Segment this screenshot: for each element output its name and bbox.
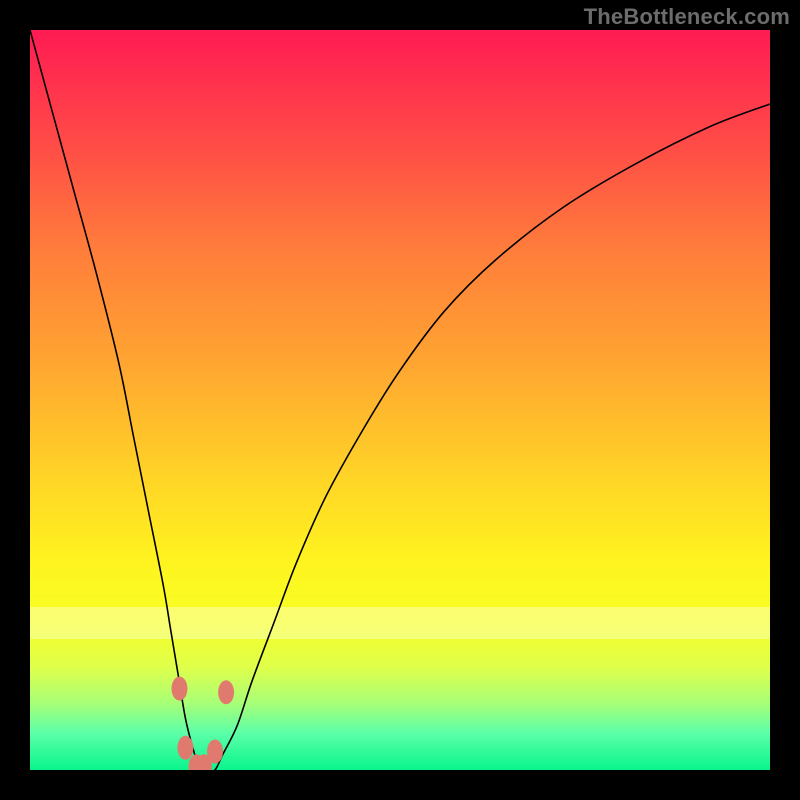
curve-marker bbox=[171, 677, 187, 701]
watermark-text: TheBottleneck.com bbox=[584, 4, 790, 30]
bottleneck-curve bbox=[30, 30, 770, 770]
curve-plot bbox=[30, 30, 770, 770]
curve-marker bbox=[218, 680, 234, 704]
curve-marker bbox=[207, 740, 223, 764]
curve-markers bbox=[171, 677, 234, 770]
curve-marker bbox=[177, 736, 193, 760]
